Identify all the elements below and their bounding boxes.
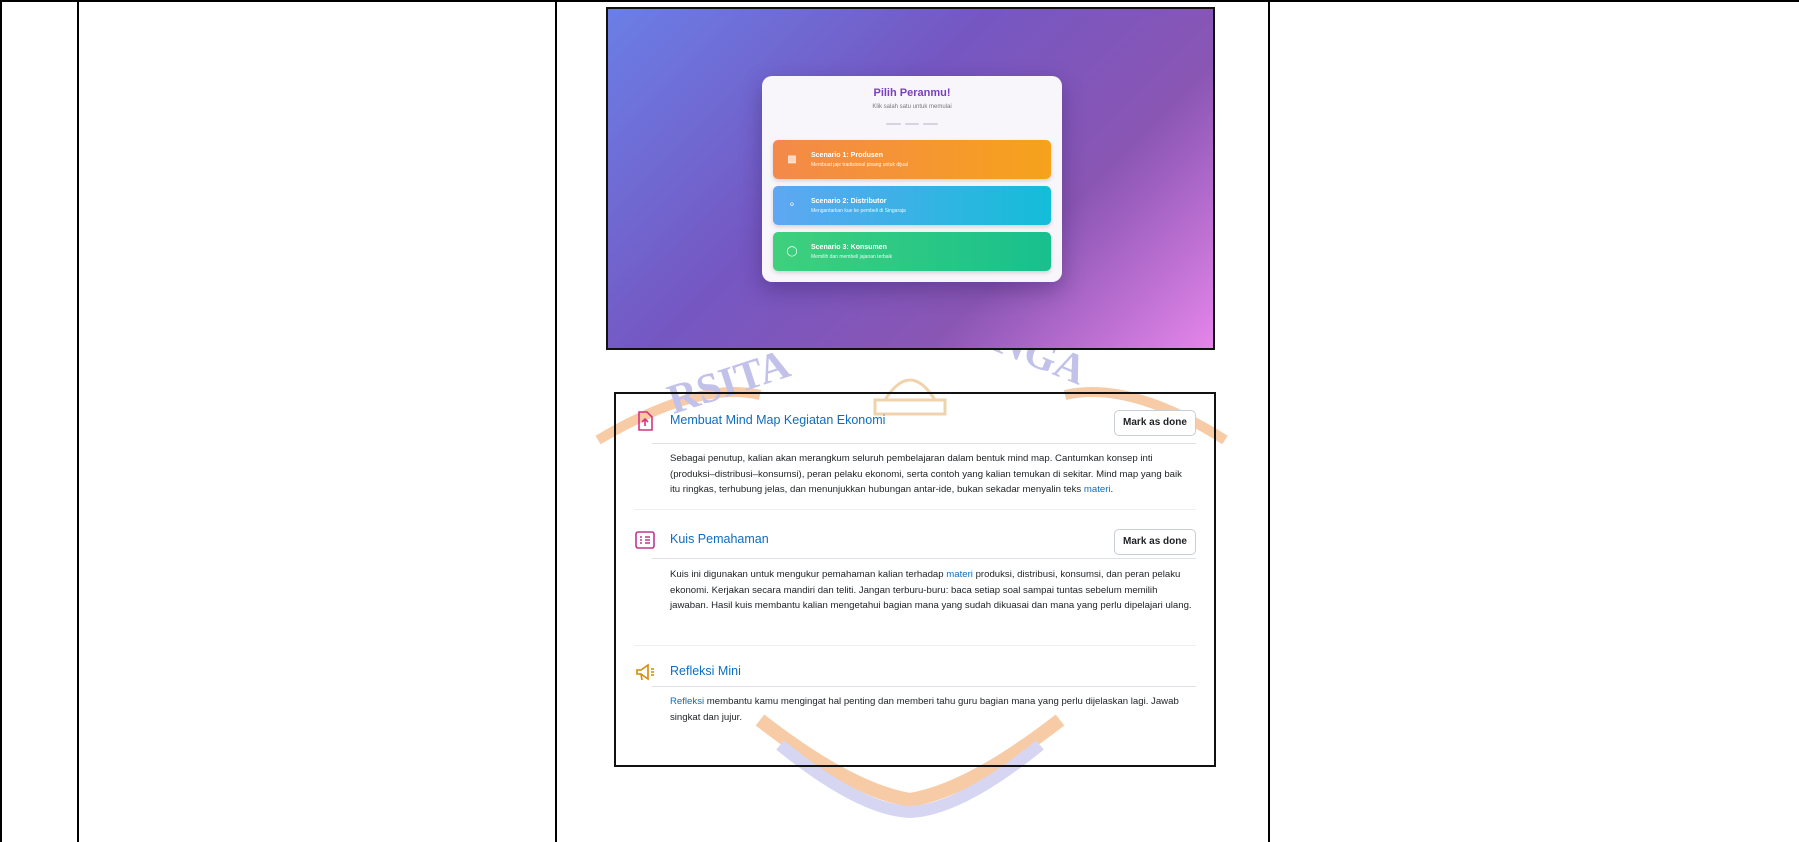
activity-divider	[652, 558, 1196, 559]
activity-title-link[interactable]: Membuat Mind Map Kegiatan Ekonomi	[670, 413, 885, 427]
activity-description: Kuis ini digunakan untuk mengukur pemaha…	[670, 569, 1192, 612]
table-border-left	[0, 0, 2, 842]
activity-title-link[interactable]: Kuis Pemahaman	[670, 532, 769, 546]
basket-icon: ◯	[786, 245, 798, 257]
table-column-divider	[555, 0, 557, 842]
activity-description: Refleksi membantu kamu mengingat hal pen…	[670, 696, 1179, 723]
activity-title-link[interactable]: Refleksi Mini	[670, 664, 741, 678]
role-picker-title: Pilih Peranmu!	[873, 87, 951, 99]
activity-divider	[652, 686, 1196, 687]
scenario-option-konsumen[interactable]: ◯ Scenario 3: Konsumen Memilih dan membe…	[773, 232, 1051, 271]
materi-link[interactable]: materi	[1084, 484, 1111, 495]
option-desc: Membuat jaje tradisional pisang untuk di…	[811, 161, 909, 168]
table-column-divider	[1268, 0, 1270, 842]
refleksi-link[interactable]: Refleksi	[670, 696, 704, 707]
option-name: Scenario 3: Konsumen	[811, 243, 887, 251]
option-name: Scenario 2: Distributor	[811, 197, 887, 205]
course-activities-screenshot: Membuat Mind Map Kegiatan Ekonomi Mark a…	[614, 392, 1216, 767]
table-border-top	[0, 0, 1799, 2]
materi-link[interactable]: materi	[946, 569, 973, 580]
mark-as-done-button[interactable]: Mark as done	[1114, 529, 1196, 555]
scooter-icon: ⚬	[787, 199, 797, 211]
role-picker-card: Pilih Peranmu! Klik salah satu untuk mem…	[762, 76, 1062, 282]
feedback-megaphone-icon	[636, 663, 654, 681]
option-desc: Mengantarkan kue ke pembeli di Singaraja	[811, 207, 906, 214]
quiz-icon	[635, 531, 655, 549]
assignment-upload-icon	[638, 411, 653, 431]
scenario-option-produsen[interactable]: ▩ Scenario 1: Produsen Membuat jaje trad…	[773, 140, 1051, 179]
option-desc: Memilih dan membeli jajanan terbaik	[811, 253, 893, 260]
activity-separator	[634, 645, 1196, 646]
activity-divider	[652, 443, 1196, 444]
activity-separator	[634, 509, 1196, 510]
progress-dots	[886, 123, 939, 125]
scenario-option-distributor[interactable]: ⚬ Scenario 2: Distributor Mengantarkan k…	[773, 186, 1051, 225]
scenario-screenshot: Pilih Peranmu! Klik salah satu untuk mem…	[606, 7, 1215, 350]
option-name: Scenario 1: Produsen	[811, 151, 883, 159]
jar-icon: ▩	[787, 153, 797, 165]
activity-description: Sebagai penutup, kalian akan merangkum s…	[670, 453, 1182, 496]
mark-as-done-button[interactable]: Mark as done	[1114, 410, 1196, 436]
role-picker-subtitle: Klik salah satu untuk memulai	[872, 104, 952, 110]
table-column-divider	[77, 0, 79, 842]
